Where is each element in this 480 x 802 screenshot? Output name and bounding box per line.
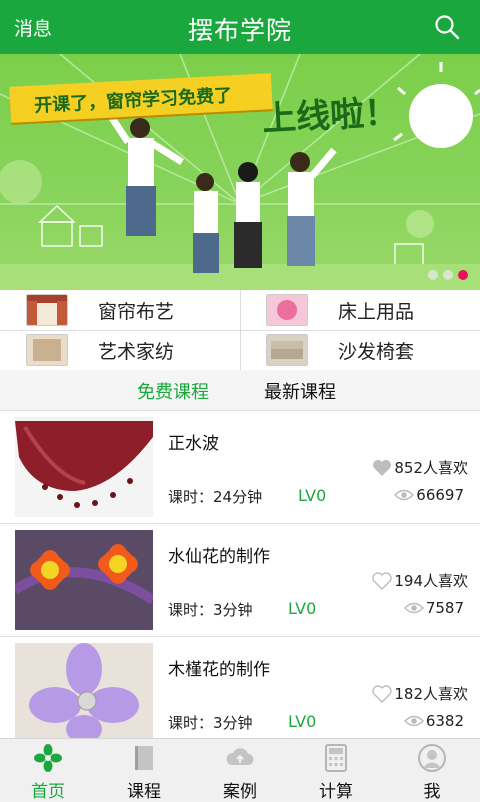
home-icon xyxy=(34,744,62,772)
course-title: 木槿花的制作 xyxy=(168,660,270,680)
calculator-icon xyxy=(325,744,347,772)
course-duration: 课时：3分钟 xyxy=(168,601,253,619)
nav-home[interactable]: 首页 xyxy=(0,739,96,802)
views-count: 6382 xyxy=(403,712,464,730)
course-tabs: 免费课程 最新课程 xyxy=(0,370,480,411)
heart-outline-icon[interactable] xyxy=(372,571,393,590)
course-list[interactable]: 正水波 852人喜欢 课时：24分钟 LV0 66697 水仙花的制作 194人… xyxy=(0,411,480,738)
bedding-thumb xyxy=(266,294,308,326)
page-title: 摆布学院 xyxy=(187,16,292,45)
carousel-dot[interactable] xyxy=(428,270,438,280)
textile-thumb xyxy=(26,334,68,366)
bottom-nav: 首页 课程 案例 计算 我 xyxy=(0,738,480,802)
app-header: 消息 摆布学院 xyxy=(0,0,480,54)
nav-courses[interactable]: 课程 xyxy=(96,739,192,802)
profile-icon xyxy=(418,744,446,772)
eye-icon xyxy=(394,489,415,501)
category-label: 艺术家纺 xyxy=(98,340,175,363)
course-thumbnail xyxy=(15,417,153,517)
course-item[interactable]: 正水波 852人喜欢 课时：24分钟 LV0 66697 xyxy=(0,411,480,524)
curtain-thumb xyxy=(26,294,68,326)
course-item[interactable]: 木槿花的制作 182人喜欢 课时：3分钟 LV0 6382 xyxy=(0,637,480,738)
views-text: 7587 xyxy=(425,599,464,617)
nav-label: 我 xyxy=(423,782,441,802)
promo-banner[interactable]: 开课了，窗帘学习免费了 上线啦！ xyxy=(0,54,480,290)
banner-headline: 上线啦！ xyxy=(261,92,400,140)
nav-calculate[interactable]: 计算 xyxy=(288,739,384,802)
likes-count[interactable]: 194人喜欢 xyxy=(372,570,468,591)
nav-label: 计算 xyxy=(319,782,353,802)
nav-profile[interactable]: 我 xyxy=(384,739,480,802)
heart-filled-icon[interactable] xyxy=(372,459,392,477)
views-count: 7587 xyxy=(403,599,464,617)
likes-text: 852人喜欢 xyxy=(394,459,468,477)
nav-label: 首页 xyxy=(31,782,65,802)
nav-label: 案例 xyxy=(223,782,257,802)
likes-text: 194人喜欢 xyxy=(394,572,468,590)
eye-icon xyxy=(403,715,424,727)
course-duration: 课时：3分钟 xyxy=(168,714,253,732)
cloud-icon xyxy=(226,748,254,765)
heart-outline-icon[interactable] xyxy=(372,684,393,703)
category-bedding[interactable]: 床上用品 xyxy=(240,290,480,330)
course-level: LV0 xyxy=(288,712,317,731)
likes-count[interactable]: 182人喜欢 xyxy=(372,683,468,704)
category-label: 窗帘布艺 xyxy=(98,300,175,323)
divider xyxy=(0,330,480,331)
category-label: 床上用品 xyxy=(338,300,415,323)
category-sofa[interactable]: 沙发椅套 xyxy=(240,330,480,370)
tab-latest-courses[interactable]: 最新课程 xyxy=(264,378,336,404)
book-icon xyxy=(135,746,153,770)
course-title: 水仙花的制作 xyxy=(168,547,270,567)
likes-count[interactable]: 852人喜欢 xyxy=(372,457,468,478)
carousel-indicator[interactable] xyxy=(428,270,468,280)
nav-cases[interactable]: 案例 xyxy=(192,739,288,802)
eye-icon xyxy=(403,602,424,614)
course-item[interactable]: 水仙花的制作 194人喜欢 课时：3分钟 LV0 7587 xyxy=(0,524,480,637)
category-grid: 窗帘布艺 床上用品 艺术家纺 沙发椅套 xyxy=(0,290,480,370)
search-icon[interactable] xyxy=(434,14,460,40)
views-text: 66697 xyxy=(416,486,464,504)
course-thumbnail xyxy=(15,530,153,630)
views-count: 66697 xyxy=(394,486,464,504)
course-level: LV0 xyxy=(298,486,327,505)
course-thumbnail xyxy=(15,643,153,738)
category-textile[interactable]: 艺术家纺 xyxy=(0,330,240,370)
course-title: 正水波 xyxy=(168,434,219,454)
course-duration: 课时：24分钟 xyxy=(168,488,263,506)
likes-text: 182人喜欢 xyxy=(394,685,468,703)
sofa-thumb xyxy=(266,334,308,366)
views-text: 6382 xyxy=(425,712,464,730)
course-level: LV0 xyxy=(288,599,317,618)
carousel-dot[interactable] xyxy=(443,270,453,280)
tab-free-courses[interactable]: 免费课程 xyxy=(137,378,209,404)
category-label: 沙发椅套 xyxy=(338,340,415,363)
banner-ribbon-text: 开课了，窗帘学习免费了 xyxy=(33,85,233,117)
carousel-dot-active[interactable] xyxy=(458,270,468,280)
category-curtain[interactable]: 窗帘布艺 xyxy=(0,290,240,330)
nav-label: 课程 xyxy=(127,782,161,802)
